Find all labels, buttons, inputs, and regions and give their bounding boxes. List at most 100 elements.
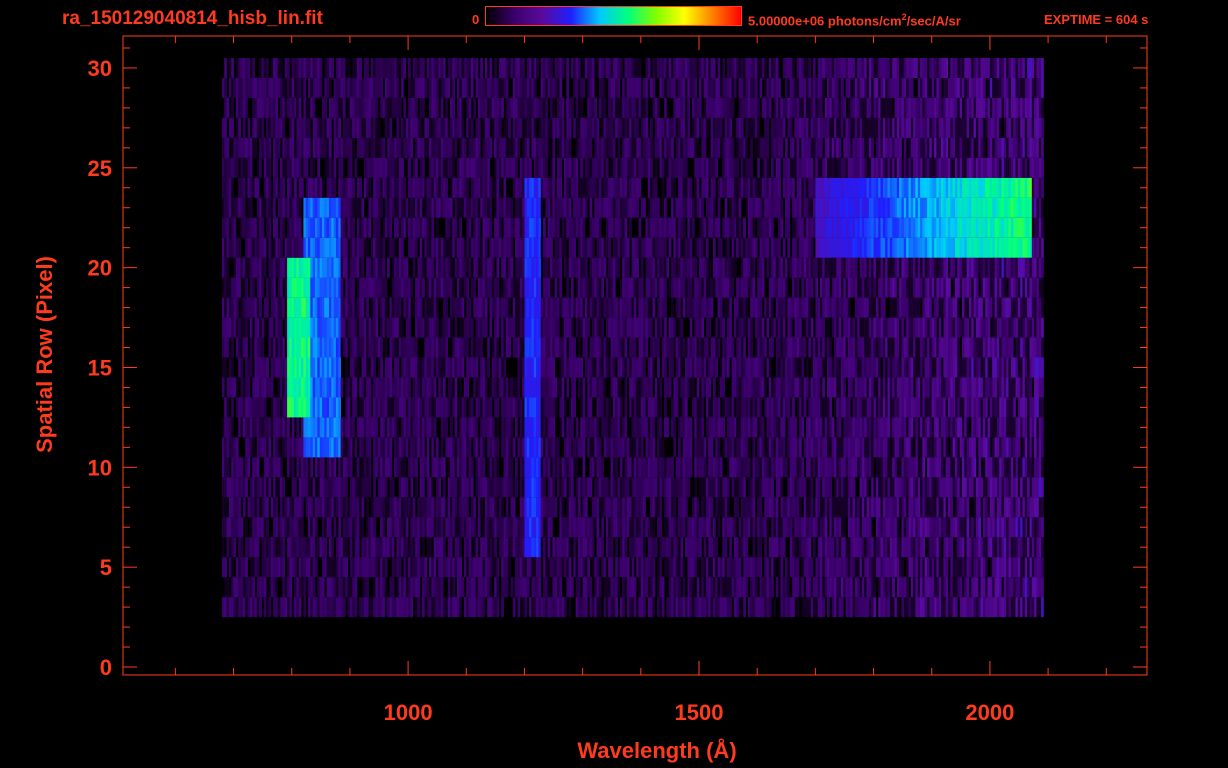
heatmap-cell — [326, 357, 330, 378]
heatmap-cell — [1034, 537, 1037, 558]
heatmap-cell — [519, 337, 523, 358]
heatmap-cell — [661, 537, 665, 558]
heatmap-cell — [1006, 297, 1009, 318]
heatmap-cell — [431, 517, 435, 538]
heatmap-cell — [368, 357, 372, 378]
heatmap-cell — [440, 437, 444, 458]
heatmap-cell — [680, 497, 684, 518]
heatmap-cell — [973, 577, 977, 598]
heatmap-cell — [994, 437, 998, 458]
heatmap-cell — [515, 557, 518, 578]
heatmap-cell — [303, 417, 307, 438]
heatmap-cell — [466, 537, 469, 558]
heatmap-cell — [459, 377, 462, 398]
heatmap-cell — [473, 417, 476, 438]
heatmap-cell — [312, 597, 316, 618]
heatmap-cell — [934, 357, 937, 378]
heatmap-cell — [719, 357, 723, 378]
heatmap-cell — [333, 497, 337, 518]
heatmap-cell — [533, 337, 537, 358]
heatmap-cell — [252, 517, 255, 538]
heatmap-cell — [789, 597, 793, 618]
heatmap-cell — [750, 377, 753, 398]
heatmap-cell — [820, 437, 823, 458]
heatmap-cell — [1003, 297, 1007, 318]
heatmap-cell — [678, 577, 681, 598]
heatmap-cell — [480, 577, 483, 598]
heatmap-cell — [405, 417, 409, 438]
heatmap-cell — [564, 437, 567, 458]
heatmap-cell — [924, 437, 928, 458]
heatmap-cell — [717, 377, 721, 398]
heatmap-cell — [275, 477, 279, 498]
heatmap-cell — [994, 517, 998, 538]
heatmap-cell — [259, 357, 262, 378]
heatmap-cell — [631, 477, 635, 498]
heatmap-cell — [903, 317, 907, 338]
heatmap-cell — [538, 357, 542, 378]
heatmap-cell — [931, 457, 935, 478]
heatmap-cell — [899, 497, 902, 518]
heatmap-cell — [612, 297, 616, 318]
heatmap-cell — [524, 297, 528, 318]
heatmap-cell — [671, 477, 674, 498]
heatmap-cell — [1024, 477, 1028, 498]
heatmap-cell — [1031, 537, 1035, 558]
heatmap-cell — [701, 317, 704, 338]
heatmap-cell — [773, 377, 777, 398]
heatmap-cell — [226, 417, 230, 438]
heatmap-cell — [617, 377, 621, 398]
heatmap-cell — [454, 597, 458, 618]
heatmap-cell — [349, 297, 353, 318]
heatmap-cell — [291, 497, 295, 518]
heatmap-cell — [801, 557, 805, 578]
heatmap-cell — [268, 577, 272, 598]
heatmap-cell — [934, 477, 937, 498]
heatmap-cell — [920, 377, 923, 398]
heatmap-cell — [480, 557, 483, 578]
heatmap-cell — [738, 597, 742, 618]
heatmap-cell — [761, 417, 765, 438]
heatmap-cell — [950, 597, 953, 618]
heatmap-cell — [661, 437, 665, 458]
heatmap-cell — [896, 537, 900, 558]
heatmap-cell — [678, 337, 681, 358]
heatmap-cell — [757, 297, 760, 318]
heatmap-cell — [922, 377, 926, 398]
heatmap-cell — [975, 577, 979, 598]
heatmap-cell — [566, 377, 569, 398]
heatmap-cell — [661, 337, 665, 358]
heatmap-cell — [503, 357, 507, 378]
heatmap-cell — [789, 457, 793, 478]
heatmap-cell — [761, 597, 765, 618]
heatmap-cell — [370, 497, 374, 518]
heatmap-cell — [347, 577, 351, 598]
heatmap-cell — [738, 357, 742, 378]
heatmap-cell — [841, 577, 844, 598]
heatmap-cell — [226, 537, 230, 558]
heatmap-cell — [955, 457, 958, 478]
heatmap-cell — [736, 537, 739, 558]
heatmap-cell — [687, 417, 691, 438]
heatmap-cell — [224, 397, 227, 418]
heatmap-cell — [612, 417, 616, 438]
heatmap-cell — [675, 517, 679, 538]
heatmap-cell — [987, 377, 991, 398]
heatmap-cell — [454, 297, 458, 318]
heatmap-cell — [899, 557, 902, 578]
heatmap-cell — [352, 597, 355, 618]
heatmap-cell — [526, 497, 530, 518]
heatmap-cell — [387, 537, 390, 558]
heatmap-cell — [405, 297, 409, 318]
heatmap-cell — [852, 437, 856, 458]
heatmap-cell — [466, 317, 469, 338]
heatmap-cell — [612, 597, 616, 618]
heatmap-cell — [477, 477, 481, 498]
heatmap-cell — [417, 357, 421, 378]
heatmap-cell — [589, 397, 593, 418]
heatmap-cell — [466, 377, 469, 398]
heatmap-cell — [273, 557, 276, 578]
heatmap-cell — [729, 597, 732, 618]
heatmap-cell — [447, 557, 451, 578]
heatmap-cell — [750, 517, 753, 538]
